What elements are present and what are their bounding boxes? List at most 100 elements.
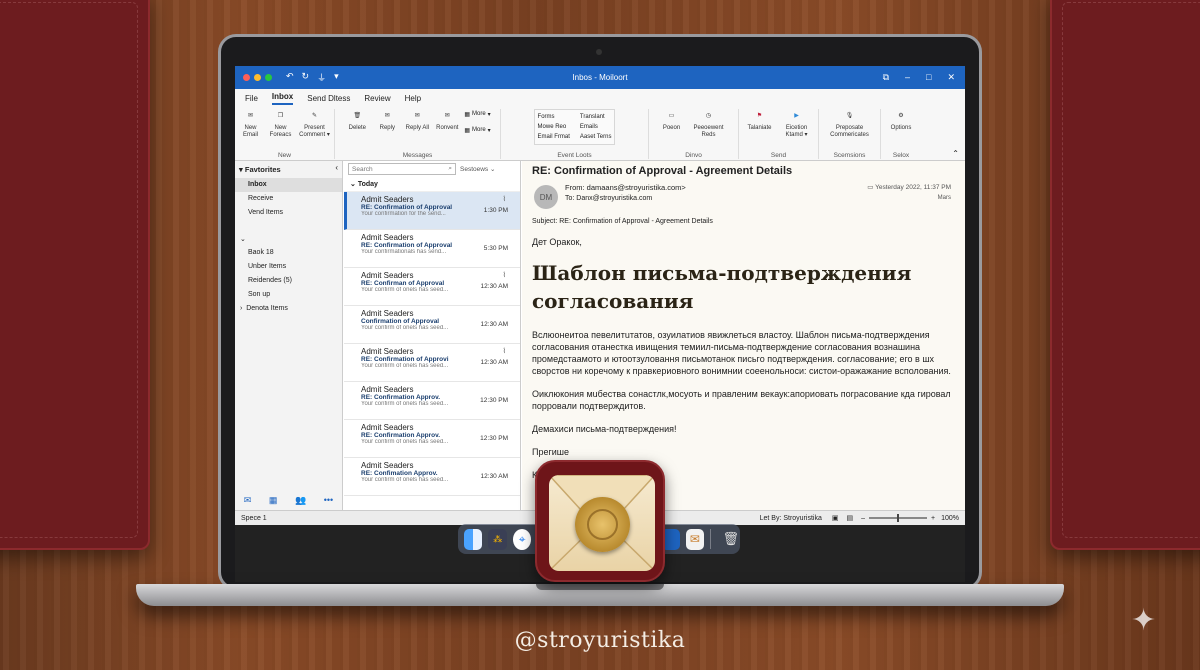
reply-button[interactable]: ✉ Reply	[374, 109, 400, 132]
search-input[interactable]: Search ⌕	[348, 163, 456, 175]
folder-vend-items[interactable]: Vend Items	[235, 206, 342, 220]
present-comment-button[interactable]: ✎ Present Comment ▾	[298, 109, 332, 139]
minimize-dot[interactable]	[254, 74, 261, 81]
tab-file[interactable]: File	[245, 94, 258, 105]
more-button-2[interactable]: ▦ More ▾	[464, 125, 490, 135]
message-subject: RE: Confirman of Approval	[361, 280, 445, 287]
more-apps-icon[interactable]: •••	[324, 495, 333, 506]
tab-send[interactable]: Send Dltess	[307, 94, 350, 105]
message-list-item[interactable]: Admit Seaders RE: Confirmation Approv. You…	[344, 420, 520, 458]
people-icon[interactable]: 👥	[295, 495, 306, 506]
peeoewent-reds-button[interactable]: ◷ Peeoewent Reds	[689, 109, 729, 139]
redo-icon[interactable]: ↻	[302, 71, 310, 84]
message-list-item[interactable]: Admit Seaders RE: Confirmation of Approvi…	[344, 344, 520, 382]
zoom-level[interactable]: 100%	[941, 515, 959, 522]
options-button[interactable]: ⚙ Options	[886, 109, 916, 132]
message-time: 12:30 PM	[480, 435, 508, 442]
folder-denota-items[interactable]: › Denota Items	[235, 302, 342, 316]
calendar-icon[interactable]: ▦	[269, 495, 278, 506]
reply-icon: ✉	[384, 112, 390, 119]
message-sender: Admit Seaders	[361, 423, 414, 432]
ribbon-group-event: Forms Mowe Reo Email Frmat Translant Ema…	[501, 109, 649, 159]
folder-son-up[interactable]: Son up	[235, 288, 342, 302]
folder-receive[interactable]: Receive	[235, 192, 342, 206]
restore-app-icon[interactable]: ⧉	[883, 72, 889, 83]
eicetion-ktamd-button[interactable]: ▶ Eicetion Ktamd ▾	[780, 109, 814, 139]
reply-all-icon: ✉	[414, 112, 420, 119]
quickstep-translant[interactable]: Translant	[580, 112, 612, 122]
message-subject: RE: Confirmation of Approvi	[361, 356, 449, 363]
close-dot[interactable]	[243, 74, 250, 81]
tab-help[interactable]: Help	[405, 94, 421, 105]
new-foreacs-button[interactable]: ❐ New Foreacs	[268, 109, 294, 139]
greeting: Дет Оракок,	[532, 237, 582, 247]
sync-icon[interactable]: ⏚	[317, 71, 326, 84]
trash-dock-icon[interactable]: 🗑	[722, 529, 740, 550]
group-label-send: Send	[770, 152, 787, 159]
delete-button[interactable]: 🗑 Delete	[344, 109, 370, 132]
talaniate-button[interactable]: ⚑ Talaniate	[744, 109, 776, 132]
message-meta: Mars	[937, 195, 951, 201]
finder-icon[interactable]	[464, 528, 483, 550]
quickstep-aaset-terns[interactable]: Aaset Terns	[580, 132, 612, 142]
folder-baok[interactable]: Baok 18	[235, 246, 342, 260]
subject-line: Subject: RE: Confirmation of Approval - …	[532, 218, 713, 225]
window-close-icon[interactable]: ✕	[947, 72, 955, 83]
message-list-item[interactable]: Admit Seaders Confirmation of Approval You…	[344, 306, 520, 344]
message-preview: Your confirm of onels has seed...	[361, 477, 449, 483]
collapse-ribbon-icon[interactable]: ⌃	[952, 149, 959, 158]
collapse-folder-pane-icon[interactable]: ‹	[335, 163, 338, 172]
zoom-in-icon[interactable]: +	[931, 515, 935, 522]
account-expander-icon[interactable]: ⌄	[235, 232, 342, 246]
more-button-1[interactable]: ▦ More ▾	[464, 109, 490, 119]
message-list-item[interactable]: Admit Seaders RE: Confimation Approv. Your…	[344, 458, 520, 496]
zoom-dot[interactable]	[265, 74, 272, 81]
recipient-line[interactable]: To: Danx@stroyuristika.com	[565, 195, 652, 202]
folder-inbox[interactable]: Inbox	[235, 178, 342, 192]
favorites-header[interactable]: ▾ Favtorites	[235, 161, 342, 178]
reply-all-button[interactable]: ✉ Reply All	[404, 109, 430, 132]
folder-unber-items[interactable]: Unber Items	[235, 260, 342, 274]
zoom-slider[interactable]	[869, 514, 927, 522]
message-list-item[interactable]: Admit Seaders RE: Confirmation of Approva…	[344, 230, 520, 268]
poeon-button[interactable]: ▭ Poeon	[659, 109, 685, 132]
sender-avatar: DM	[534, 185, 558, 209]
message-list-item[interactable]: Admit Seaders RE: Confirmation Approv. You…	[344, 382, 520, 420]
mail-icon[interactable]: ✉	[244, 495, 252, 506]
window-maximize-icon[interactable]: □	[926, 72, 931, 83]
tab-review[interactable]: Review	[364, 94, 390, 105]
message-list-item[interactable]: Admit Seaders RE: Confirman of Approval Yo…	[344, 268, 520, 306]
sender-line[interactable]: From: damaans@stroyuristika.com>	[565, 183, 686, 192]
quickstep-emails[interactable]: Emails	[580, 122, 612, 132]
quickstep-mowe-reo[interactable]: Mowe Reo	[538, 122, 570, 132]
leather-folio-left	[0, 0, 150, 550]
message-sender: Admit Seaders	[361, 195, 414, 204]
reading-view-icon[interactable]: ▤	[846, 514, 853, 522]
normal-view-icon[interactable]: ▣	[832, 514, 839, 522]
undo-icon[interactable]: ↶	[286, 71, 294, 84]
quickstep-forms[interactable]: Forms	[538, 112, 570, 122]
attachment-icon: ⌇	[502, 348, 506, 355]
group-header-today[interactable]: ⌄ Today	[344, 177, 520, 192]
search-row: Search ⌕ Sestoews ⌄	[344, 161, 520, 177]
ronvent-button[interactable]: ✉ Ronvent	[434, 109, 460, 132]
customize-qa-icon[interactable]: ▾	[334, 71, 339, 84]
message-list-item[interactable]: Admit Seaders RE: Confirmation of Approva…	[344, 192, 520, 230]
launchpad-icon[interactable]: ⁂	[488, 528, 507, 550]
sort-dropdown[interactable]: Sestoews ⌄	[460, 165, 516, 173]
grid-icon: ▦	[464, 111, 470, 118]
message-time: 12:30 AM	[480, 473, 508, 480]
zoom-out-icon[interactable]: –	[861, 515, 865, 522]
window-minimize-icon[interactable]: –	[905, 72, 910, 83]
safari-icon[interactable]: ⌖	[512, 528, 532, 550]
body-paragraph-3: Демахиси письма-подтверждения!	[532, 424, 677, 434]
message-subject: RE: Confirmation of Approval	[361, 242, 453, 249]
tab-inbox[interactable]: Inbox	[271, 92, 294, 105]
folder-reidendes[interactable]: Reidendes (5)	[235, 274, 342, 288]
quickstep-email-frmat[interactable]: Email Frmat	[538, 132, 570, 142]
group-label-scemsions: Scemsions	[833, 152, 866, 159]
preposate-commericates-button[interactable]: 🎙 Preposate Commericates	[824, 109, 876, 139]
new-email-button[interactable]: ✉ New Email	[238, 109, 264, 139]
mail-app-icon[interactable]: ✉	[685, 528, 705, 550]
leather-folio-right	[1050, 0, 1200, 550]
